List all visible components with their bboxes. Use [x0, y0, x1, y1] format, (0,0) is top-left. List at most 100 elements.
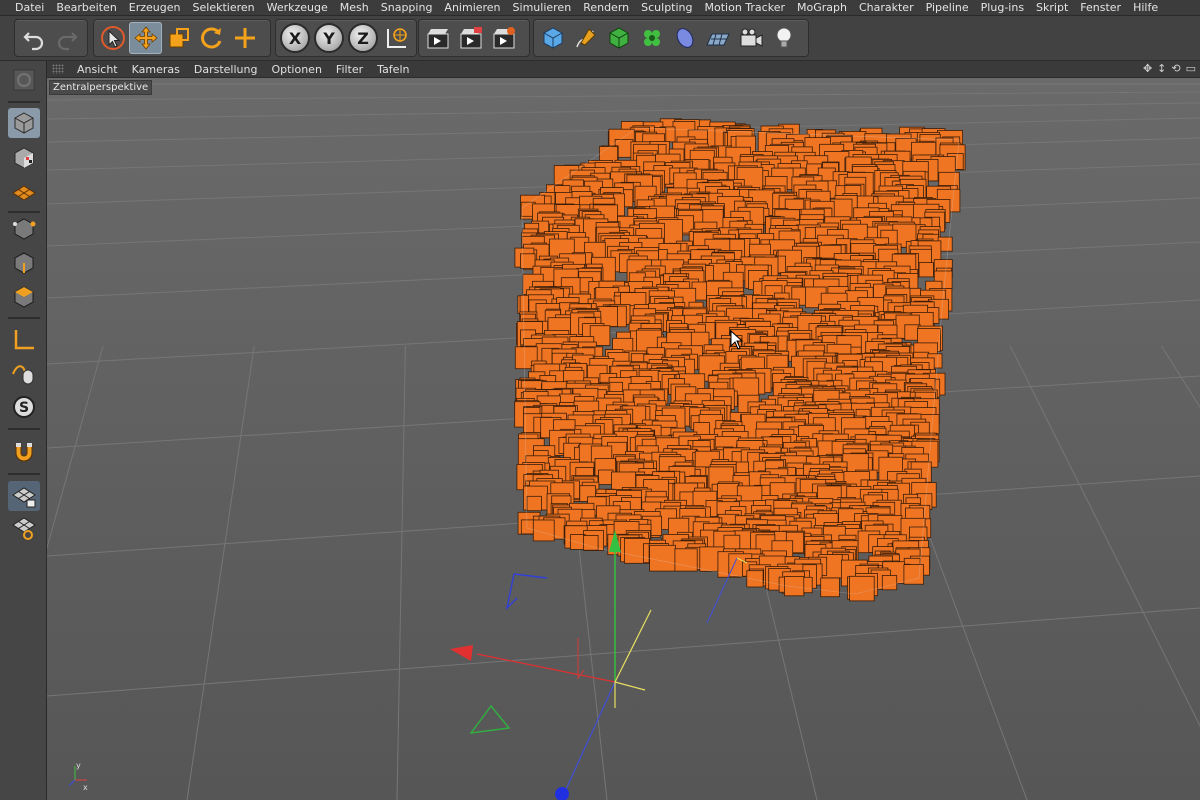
clone-cube: [526, 495, 542, 512]
main-toolbar: X Y Z: [0, 16, 1200, 61]
planar-workplane-button[interactable]: [8, 513, 40, 543]
enable-axis-button[interactable]: [8, 325, 40, 355]
scale-icon: [169, 28, 189, 48]
cloner-button[interactable]: [635, 22, 668, 54]
menu-item-werkzeuge[interactable]: Werkzeuge: [261, 0, 334, 15]
points-icon: [13, 218, 36, 240]
rotate-tool-button[interactable]: [195, 22, 228, 54]
camera-object-button[interactable]: [734, 22, 767, 54]
viewport-menu-ansicht[interactable]: Ansicht: [70, 63, 125, 76]
deformer-button[interactable]: [668, 22, 701, 54]
mouse-cursor-icon: [730, 330, 744, 350]
undo-button[interactable]: [17, 22, 50, 54]
texture-checker-icon: [14, 147, 34, 169]
maximize-icon[interactable]: ▭: [1186, 62, 1196, 75]
main-menu-bar: Datei Bearbeiten Erzeugen Selektieren Werkze…: [0, 0, 1200, 16]
viewport-scene[interactable]: y x: [47, 78, 1200, 800]
rotate-icon: [200, 27, 221, 49]
menu-item-plug-ins[interactable]: Plug-ins: [975, 0, 1030, 15]
menu-item-datei[interactable]: Datei: [0, 0, 50, 15]
floor-object-button[interactable]: [701, 22, 734, 54]
cube-icon: [543, 27, 562, 49]
menu-item-mesh[interactable]: Mesh: [334, 0, 375, 15]
render-settings-icon: [493, 27, 515, 49]
render-picture-viewer-button[interactable]: [454, 22, 487, 54]
move-icon: [133, 26, 158, 50]
pen-icon: [575, 28, 596, 48]
deformer-icon: [676, 28, 693, 48]
menu-item-erzeugen[interactable]: Erzeugen: [123, 0, 187, 15]
magnet-icon: [15, 443, 33, 462]
menu-item-animieren[interactable]: Animieren: [438, 0, 506, 15]
undo-icon: [22, 32, 43, 51]
cube-mode-icon: [14, 112, 34, 134]
viewport-menu-optionen[interactable]: Optionen: [264, 63, 328, 76]
menu-item-pipeline[interactable]: Pipeline: [920, 0, 975, 15]
render-settings-button[interactable]: [487, 22, 520, 54]
viewport-menu-darstellung[interactable]: Darstellung: [187, 63, 265, 76]
viewport-grip-handle[interactable]: [52, 64, 64, 74]
viewport-nav-icons: ✥ ↕ ⟲ ▭: [1143, 62, 1196, 75]
grid-lock-icon: [12, 487, 36, 508]
viewport-menu-kameras[interactable]: Kameras: [125, 63, 187, 76]
cloner-cube-object[interactable]: [514, 118, 966, 602]
menu-item-fenster[interactable]: Fenster: [1074, 0, 1127, 15]
x-axis-lock-button[interactable]: X: [280, 23, 310, 53]
render-picture-viewer-icon: [460, 27, 482, 49]
polygons-mode-button[interactable]: [8, 282, 40, 312]
axis-lock-group: X Y Z: [275, 19, 417, 57]
polygons-icon: [14, 286, 34, 308]
axis-icon: [14, 330, 34, 350]
model-mode-button[interactable]: [8, 108, 40, 138]
scale-tool-button[interactable]: [162, 22, 195, 54]
3d-viewport[interactable]: y x Zentralperspektive: [47, 78, 1200, 800]
edges-icon: [14, 252, 34, 274]
menu-item-motion-tracker[interactable]: Motion Tracker: [699, 0, 791, 15]
y-axis-lock-button[interactable]: Y: [314, 23, 344, 53]
move-tool-button[interactable]: [129, 22, 162, 54]
tweak-mode-button[interactable]: [8, 358, 40, 388]
render-view-button[interactable]: [421, 22, 454, 54]
locked-workplane-button[interactable]: [8, 481, 40, 511]
svg-text:y: y: [76, 761, 81, 770]
menu-item-bearbeiten[interactable]: Bearbeiten: [50, 0, 122, 15]
z-axis-lock-button[interactable]: Z: [348, 23, 378, 53]
menu-item-charakter[interactable]: Charakter: [853, 0, 920, 15]
viewport-menu-tafeln[interactable]: Tafeln: [370, 63, 416, 76]
live-selection-button[interactable]: [96, 22, 129, 54]
points-mode-button[interactable]: [8, 214, 40, 244]
menu-item-simulieren[interactable]: Simulieren: [507, 0, 578, 15]
viewport-menu-filter[interactable]: Filter: [329, 63, 370, 76]
subdivision-surface-button[interactable]: [602, 22, 635, 54]
workplane-mode-button[interactable]: [8, 177, 40, 207]
clone-cube: [820, 577, 840, 598]
redo-button[interactable]: [50, 22, 83, 54]
menu-item-snapping[interactable]: Snapping: [375, 0, 439, 15]
coordinate-system-button[interactable]: [380, 22, 413, 54]
menu-item-selektieren[interactable]: Selektieren: [187, 0, 261, 15]
subdivision-icon: [609, 27, 628, 49]
light-object-button[interactable]: [767, 22, 800, 54]
cloner-icon: [643, 30, 660, 46]
pen-spline-button[interactable]: [569, 22, 602, 54]
add-icon: [234, 28, 255, 48]
menu-item-sculpting[interactable]: Sculpting: [635, 0, 698, 15]
menu-item-hilfe[interactable]: Hilfe: [1127, 0, 1164, 15]
viewport-camera-label: Zentralperspektive: [49, 80, 153, 95]
menu-item-mograph[interactable]: MoGraph: [791, 0, 853, 15]
make-editable-button[interactable]: [8, 65, 40, 95]
orbit-icon[interactable]: ⟲: [1171, 62, 1180, 75]
soft-selection-button[interactable]: [8, 437, 40, 467]
camera-icon: [740, 28, 762, 47]
add-tool-button[interactable]: [228, 22, 261, 54]
cube-object-button[interactable]: [536, 22, 569, 54]
edges-mode-button[interactable]: [8, 248, 40, 278]
zoom-icon[interactable]: ↕: [1157, 62, 1166, 75]
snapping-button[interactable]: S: [8, 392, 40, 422]
pan-icon[interactable]: ✥: [1143, 62, 1152, 75]
light-icon: [776, 27, 791, 48]
clone-cube: [649, 544, 676, 572]
menu-item-rendern[interactable]: Rendern: [577, 0, 635, 15]
menu-item-skript[interactable]: Skript: [1030, 0, 1074, 15]
texture-mode-button[interactable]: [8, 143, 40, 173]
